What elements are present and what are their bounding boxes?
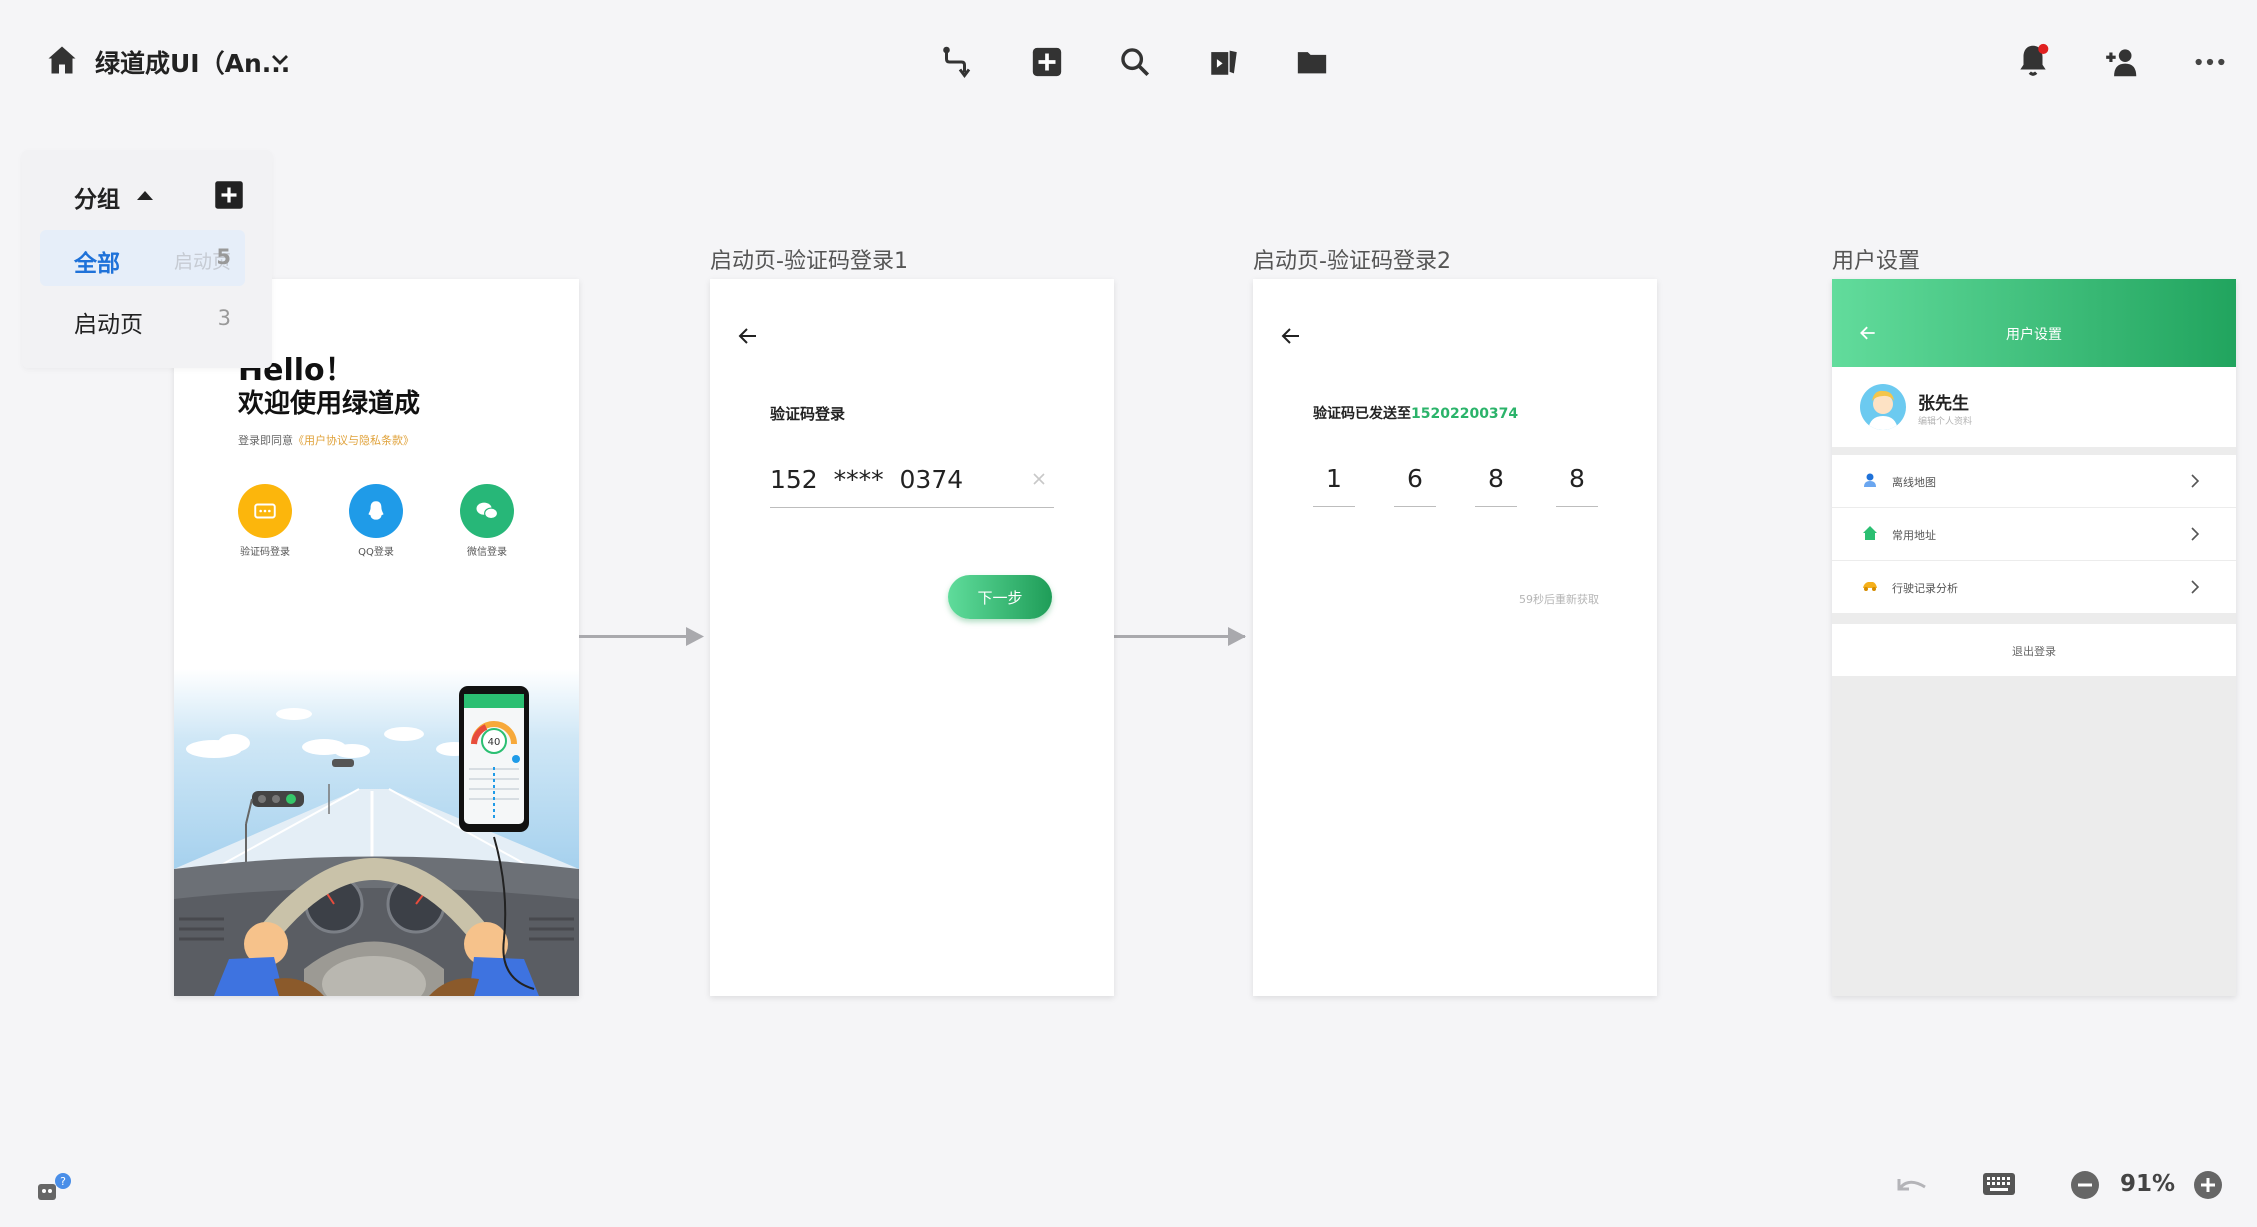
zoom-out-button[interactable]	[2070, 1170, 2100, 1200]
artboard-title[interactable]: 启动页-验证码登录1	[710, 243, 908, 275]
settings-header: 用户设置	[1832, 279, 2236, 367]
wechat-login-option[interactable]	[460, 484, 514, 538]
logout-label: 退出登录	[2012, 645, 2056, 658]
wechat-icon	[476, 502, 499, 520]
group-item-label: 全部	[74, 251, 120, 277]
folder-icon[interactable]	[1290, 40, 1334, 84]
artboard-user-settings[interactable]: 用户设置 张先生 编辑个人资料 离线地图 常用地址 行驶记录分析 退出登录	[1832, 279, 2236, 996]
flow-arrow-line	[1114, 635, 1245, 638]
chevron-right-icon	[2191, 474, 2200, 488]
menu-item-label: 行驶记录分析	[1892, 582, 1958, 595]
group-item-all[interactable]: 全部 启动页 5	[40, 230, 245, 286]
car-icon	[1863, 582, 1877, 591]
menu-item-label: 离线地图	[1892, 476, 1936, 489]
group-panel: 分组 全部 启动页 5 启动页 3	[22, 150, 272, 368]
group-item-count: 5	[216, 245, 231, 269]
group-header[interactable]: 分组	[74, 180, 120, 214]
svg-text:?: ?	[60, 1175, 66, 1188]
menu-item-frequent-address[interactable]: 常用地址	[1832, 508, 2236, 560]
flow-arrow-line	[579, 635, 691, 638]
phone-input[interactable]: 152 **** 0374	[770, 465, 963, 494]
flow-arrow-head	[686, 627, 704, 646]
code-digit[interactable]: 8	[1475, 464, 1517, 507]
artboard-sms-login-2[interactable]: 验证码已发送至15202200374 1 6 8 8 59秒后重新获取	[1253, 279, 1657, 996]
zoom-in-button[interactable]	[2193, 1170, 2223, 1200]
menu-item-label: 常用地址	[1892, 529, 1936, 542]
wechat-login-label: 微信登录	[467, 547, 507, 558]
caret-up-icon[interactable]	[136, 188, 154, 202]
user-pin-icon	[1864, 473, 1876, 487]
add-group-button[interactable]	[214, 180, 244, 210]
edit-profile-link[interactable]: 编辑个人资料	[1918, 414, 1972, 427]
group-item-label: 启动页	[74, 312, 143, 338]
undo-icon[interactable]	[1893, 1171, 1931, 1201]
next-button[interactable]: 下一步	[948, 575, 1052, 619]
add-square-icon	[215, 181, 243, 209]
driving-illustration: 40	[174, 669, 579, 996]
menu-item-offline-map[interactable]: 离线地图	[1832, 455, 2236, 507]
help-robot-icon[interactable]: ?	[34, 1172, 74, 1206]
logout-button[interactable]: 退出登录	[1832, 624, 2236, 676]
login-heading: 验证码登录	[770, 405, 846, 423]
user-name: 张先生	[1918, 394, 1969, 414]
code-digit[interactable]: 6	[1394, 464, 1436, 507]
minus-circle-icon	[2071, 1171, 2099, 1199]
back-arrow-icon[interactable]	[736, 324, 760, 348]
qq-icon	[368, 501, 384, 520]
menu-item-driving-analysis[interactable]: 行驶记录分析	[1832, 561, 2236, 613]
code-sent-text: 验证码已发送至15202200374	[1313, 403, 1518, 423]
add-user-icon[interactable]	[2100, 40, 2144, 84]
cards-icon[interactable]	[1202, 40, 1246, 84]
welcome-text: 欢迎使用绿道成	[238, 389, 421, 419]
agree-line: 登录即同意《用户协议与隐私条款》	[238, 432, 414, 448]
chevron-down-icon[interactable]	[268, 48, 292, 72]
user-profile-row[interactable]: 张先生 编辑个人资料	[1832, 367, 2236, 447]
artboard-sms-login-1[interactable]: 验证码登录 152 **** 0374 下一步	[710, 279, 1114, 996]
chevron-right-icon	[2191, 580, 2200, 594]
avatar	[1860, 384, 1906, 430]
group-header-label: 分组	[74, 187, 120, 213]
sms-login-option[interactable]	[238, 484, 292, 538]
plus-circle-icon	[2194, 1171, 2222, 1199]
resend-countdown[interactable]: 59秒后重新获取	[1511, 591, 1599, 607]
code-digit-value: 6	[1407, 464, 1423, 493]
flow-icon[interactable]	[935, 40, 979, 84]
clear-icon[interactable]	[1032, 472, 1046, 486]
search-icon[interactable]	[1113, 40, 1157, 84]
group-item-count: 3	[217, 306, 231, 330]
project-title[interactable]: 绿道成UI（An...	[95, 44, 290, 80]
qq-login-option[interactable]	[349, 484, 403, 538]
keyboard-icon[interactable]	[1982, 1171, 2016, 1197]
code-digit-value: 8	[1488, 464, 1504, 493]
add-square-icon[interactable]	[1025, 40, 1069, 84]
code-sent-number: 15202200374	[1411, 406, 1519, 422]
chevron-right-icon	[2191, 527, 2200, 541]
phone-speed-value: 40	[488, 737, 501, 748]
zoom-level[interactable]: 91%	[2120, 1171, 2175, 1197]
qq-login-label: QQ登录	[358, 547, 394, 558]
flow-arrow-head	[1228, 627, 1246, 646]
sms-login-label: 验证码登录	[240, 547, 290, 558]
artboard-title[interactable]: 启动页-验证码登录2	[1253, 243, 1451, 275]
next-button-label: 下一步	[977, 588, 1023, 607]
phone-input-underline	[770, 507, 1054, 508]
home-icon	[1863, 526, 1877, 540]
agree-prefix: 登录即同意	[238, 434, 293, 447]
code-digit[interactable]: 8	[1556, 464, 1598, 507]
artboard-landing[interactable]: Hello！ 欢迎使用绿道成 登录即同意《用户协议与隐私条款》 验证码登录 QQ…	[174, 279, 579, 996]
group-item-launch[interactable]: 启动页 3	[40, 291, 245, 347]
back-arrow-icon[interactable]	[1279, 324, 1303, 348]
agree-link[interactable]: 《用户协议与隐私条款》	[293, 434, 414, 447]
settings-header-title: 用户设置	[2006, 327, 2062, 343]
home-icon[interactable]	[44, 42, 80, 78]
artboard-title[interactable]: 用户设置	[1832, 243, 1920, 275]
code-digit-value: 8	[1569, 464, 1585, 493]
more-icon[interactable]	[2188, 40, 2232, 84]
bell-icon[interactable]	[2011, 38, 2055, 82]
code-sent-prefix: 验证码已发送至	[1313, 406, 1411, 422]
code-digit-value: 1	[1326, 464, 1342, 493]
code-digit[interactable]: 1	[1313, 464, 1355, 507]
message-icon	[254, 503, 276, 519]
